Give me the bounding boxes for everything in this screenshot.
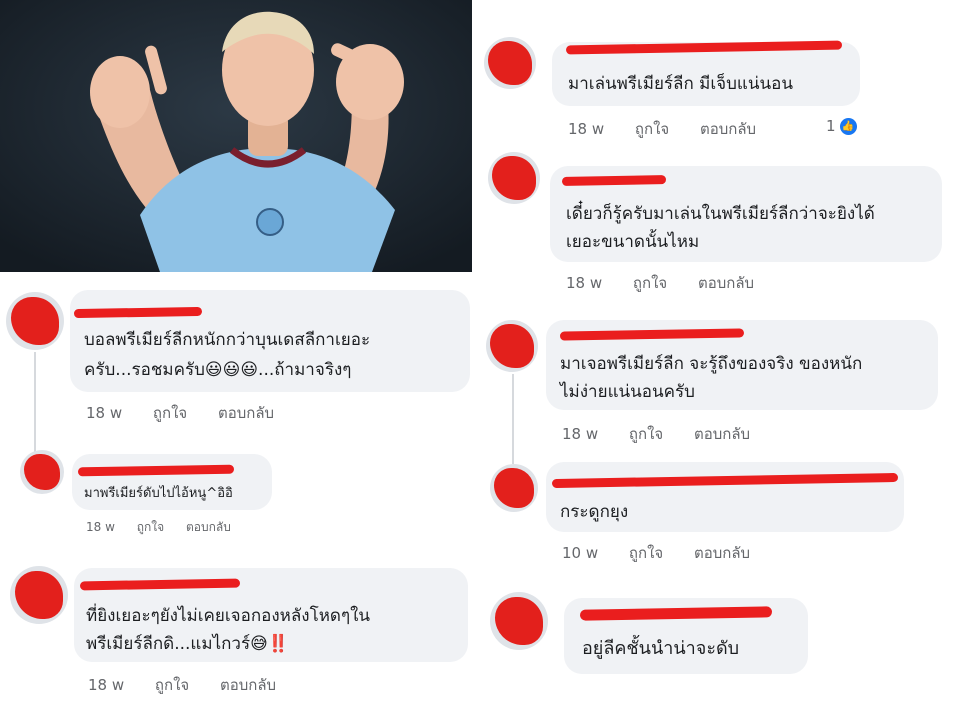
comment-time: 18 w [566,274,603,292]
comment-text: มาเล่นพรีเมียร์ลีก มีเจ็บแน่นอน [568,74,793,94]
like-link[interactable]: ถูกใจ [153,401,187,425]
comment-time: 18 w [562,425,599,443]
thread-line [34,352,36,460]
comment-meta: 18 w ถูกใจ ตอบกลับ [86,401,300,425]
reply-link[interactable]: ตอบกลับ [186,518,231,537]
reply-link[interactable]: ตอบกลับ [220,673,276,697]
comment-meta: 18 w ถูกใจ ตอบกลับ [86,518,249,537]
comment-text: กระดูกยุง [560,502,629,522]
avatar[interactable] [6,292,64,350]
redacted-author-name [561,175,667,186]
comment-meta: 18 w ถูกใจ ตอบกลับ [562,422,776,446]
reply-link[interactable]: ตอบกลับ [698,271,754,295]
comment-meta: 18 w ถูกใจ ตอบกลับ [88,673,302,697]
avatar[interactable] [490,592,548,650]
comment-text: พรีเมียร์ลีกดิ...แมไกวร์😅‼️ [86,634,289,654]
comment-text: บอลพรีเมียร์ลีกหนักกว่าบุนเดสลีกาเยอะ [84,330,371,350]
comment-text: อยู่ลีคชั้นนำน่าจะดับ [582,638,740,659]
thread-line [512,374,514,464]
comment-time: 18 w [568,120,605,138]
comment-text: เยอะขนาดนั้นไหม [566,232,700,252]
comment-meta: 18 w ถูกใจ ตอบกลับ [566,271,780,295]
comment-time: 18 w [86,520,115,534]
comment-text: ครับ...รอชมครับ😃😃😃...ถ้ามาจริงๆ [84,360,352,380]
like-link[interactable]: ถูกใจ [137,518,164,537]
avatar[interactable] [484,37,536,89]
player-illustration [0,0,472,272]
reaction-count[interactable]: 1 👍 [826,117,857,135]
comment-text: ที่ยิงเยอะๆยังไม่เคยเจอกองหลังโหดๆใน [86,606,371,626]
player-photo [0,0,472,272]
like-link[interactable]: ถูกใจ [635,117,669,141]
avatar[interactable] [490,464,538,512]
reply-link[interactable]: ตอบกลับ [700,117,756,141]
comment-text: มาพรีเมียร์ดับไปไอ้หนู^อิอิ [84,486,233,501]
reply-link[interactable]: ตอบกลับ [218,401,274,425]
comment-meta: 18 w ถูกใจ ตอบกลับ [568,117,782,141]
comment-text: เดี๋ยวก็รู้ครับมาเล่นในพรีเมียร์ลีกว่าจะ… [566,204,875,224]
comment-text: มาเจอพรีเมียร์ลีก จะรู้ถึงของจริง ของหนั… [560,354,863,374]
comment-time: 18 w [88,676,125,694]
avatar[interactable] [486,320,538,372]
comment-text: ไม่ง่ายแน่นอนครับ [560,382,695,402]
reply-link[interactable]: ตอบกลับ [694,541,750,565]
avatar[interactable] [488,152,540,204]
like-link[interactable]: ถูกใจ [629,541,663,565]
comment-time: 10 w [562,544,599,562]
like-link[interactable]: ถูกใจ [155,673,189,697]
like-link[interactable]: ถูกใจ [629,422,663,446]
comment-meta: 10 w ถูกใจ ตอบกลับ [562,541,776,565]
like-icon: 👍 [839,118,857,135]
reply-link[interactable]: ตอบกลับ [694,422,750,446]
comment-time: 18 w [86,404,123,422]
avatar[interactable] [20,450,64,494]
like-link[interactable]: ถูกใจ [633,271,667,295]
avatar[interactable] [10,566,68,624]
